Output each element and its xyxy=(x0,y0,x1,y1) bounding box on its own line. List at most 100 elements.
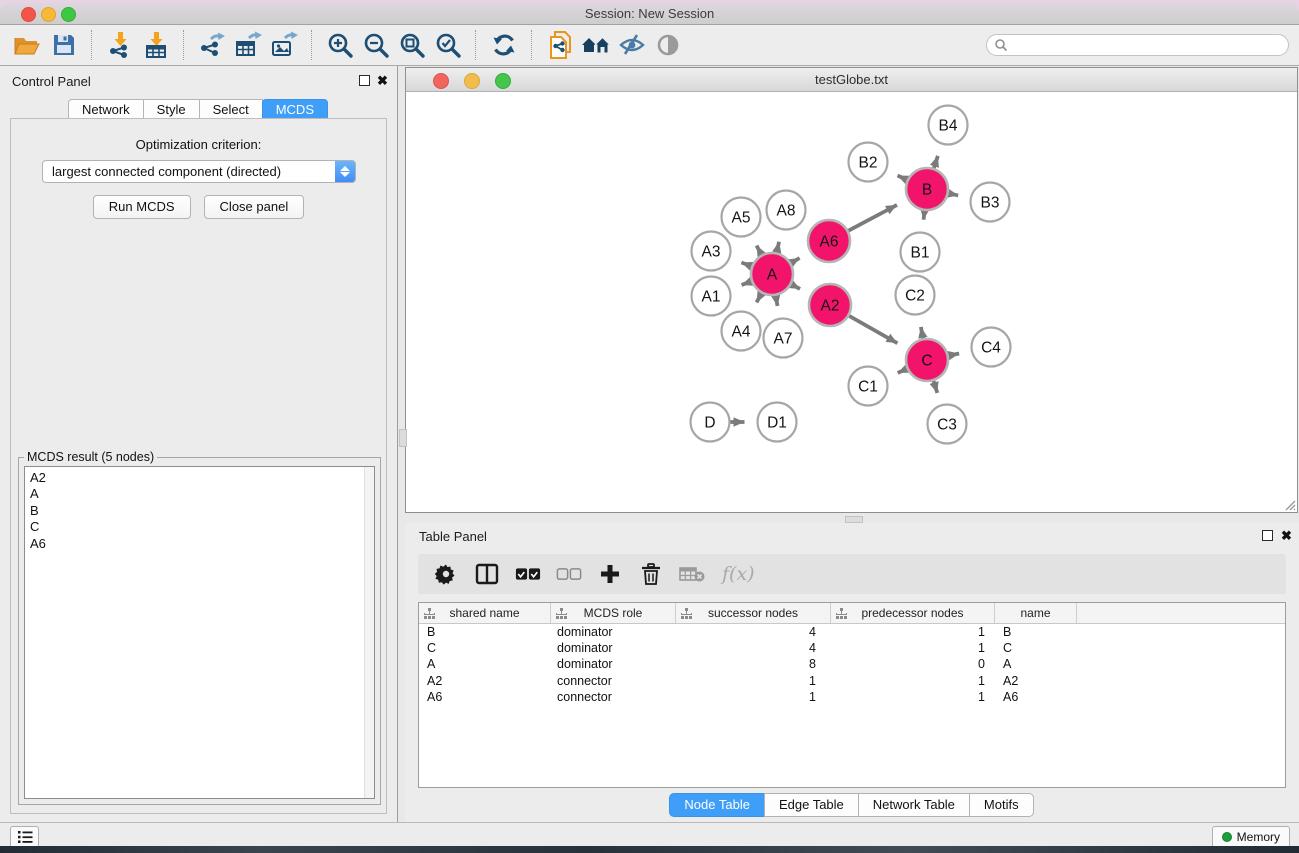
table-cell[interactable]: 4 xyxy=(676,641,831,655)
zoom-in-icon[interactable] xyxy=(322,28,358,62)
zoom-out-icon[interactable] xyxy=(358,28,394,62)
graph-edge[interactable] xyxy=(924,211,925,220)
tab-network-table[interactable]: Network Table xyxy=(858,793,970,817)
table-cell[interactable]: A xyxy=(419,657,551,671)
zoom-fit-icon[interactable] xyxy=(394,28,430,62)
mcds-result-item[interactable]: C xyxy=(25,519,374,535)
add-icon[interactable] xyxy=(597,561,623,587)
column-header-predecessor-nodes[interactable]: predecessor nodes xyxy=(831,603,995,623)
export-image-icon[interactable] xyxy=(266,28,302,62)
table-cell[interactable]: C xyxy=(995,641,1077,655)
column-header-name[interactable]: name xyxy=(995,603,1077,623)
table-row[interactable]: Bdominator41B xyxy=(419,624,1285,640)
graph-edge[interactable] xyxy=(898,176,907,180)
graph-edge[interactable] xyxy=(757,293,762,302)
graph-edge[interactable] xyxy=(791,258,800,263)
save-session-icon[interactable] xyxy=(46,28,82,62)
table-cell[interactable]: 1 xyxy=(676,690,831,704)
birds-eye-icon[interactable] xyxy=(578,28,614,62)
column-header-MCDS-role[interactable]: MCDS role xyxy=(551,603,676,623)
graph-edge[interactable] xyxy=(741,262,751,266)
table-cell[interactable]: 1 xyxy=(831,625,995,639)
vertical-splitter-grip[interactable] xyxy=(399,429,407,447)
table-cell[interactable]: 1 xyxy=(831,641,995,655)
column-header-shared-name[interactable]: shared name xyxy=(419,603,551,623)
gear-icon[interactable] xyxy=(433,561,459,587)
table-row[interactable]: Adominator80A xyxy=(419,656,1285,672)
table-cell[interactable]: C xyxy=(419,641,551,655)
split-column-icon[interactable] xyxy=(474,561,500,587)
graph-edge[interactable] xyxy=(848,205,897,231)
zoom-selected-icon[interactable] xyxy=(430,28,466,62)
open-session-icon[interactable] xyxy=(10,28,46,62)
graph-edge[interactable] xyxy=(934,156,938,168)
hide-panels-icon[interactable] xyxy=(614,28,650,62)
delete-table-icon[interactable] xyxy=(679,561,705,587)
table-cell[interactable]: 1 xyxy=(831,674,995,688)
graph-edge[interactable] xyxy=(934,381,938,393)
table-cell[interactable]: 0 xyxy=(831,657,995,671)
mcds-result-item[interactable]: A6 xyxy=(25,536,374,552)
close-panel-button[interactable]: Close panel xyxy=(204,195,305,219)
table-cell[interactable]: connector xyxy=(551,674,676,688)
graph-edge[interactable] xyxy=(791,284,800,289)
graph-edge[interactable] xyxy=(757,246,762,255)
float-panel-icon[interactable] xyxy=(358,74,371,87)
network-canvas[interactable]: B4B2BB3A8A5A6A3B1AA1C2A2A4A7C4CC1DD1C3 xyxy=(406,91,1297,512)
unchecked-boxes-icon[interactable] xyxy=(556,561,582,587)
graph-edge[interactable] xyxy=(742,281,752,285)
float-table-panel-icon[interactable] xyxy=(1261,529,1274,542)
table-cell[interactable]: dominator xyxy=(551,657,676,671)
export-network-icon[interactable] xyxy=(194,28,230,62)
table-cell[interactable]: A xyxy=(995,657,1077,671)
horizontal-splitter-grip[interactable] xyxy=(845,516,863,523)
function-builder-icon[interactable]: f(x) xyxy=(722,563,755,585)
graph-edge[interactable] xyxy=(777,242,779,253)
network-graph[interactable]: B4B2BB3A8A5A6A3B1AA1C2A2A4A7C4CC1DD1C3 xyxy=(406,91,1297,512)
run-mcds-button[interactable]: Run MCDS xyxy=(93,195,191,219)
table-cell[interactable]: 4 xyxy=(676,625,831,639)
import-network-icon[interactable] xyxy=(102,28,138,62)
memory-button[interactable]: Memory xyxy=(1212,826,1290,846)
mcds-result-item[interactable]: A2 xyxy=(25,467,374,486)
export-table-icon[interactable] xyxy=(230,28,266,62)
table-cell[interactable]: 1 xyxy=(831,690,995,704)
network-snapshot-icon[interactable] xyxy=(542,28,578,62)
table-cell[interactable]: B xyxy=(419,625,551,639)
table-cell[interactable]: B xyxy=(995,625,1077,639)
table-cell[interactable]: A2 xyxy=(995,674,1077,688)
close-table-panel-icon[interactable]: ✖ xyxy=(1280,529,1293,542)
checked-boxes-icon[interactable] xyxy=(515,561,541,587)
resize-grip-icon[interactable] xyxy=(1282,497,1296,511)
column-header-successor-nodes[interactable]: successor nodes xyxy=(676,603,831,623)
table-row[interactable]: A6connector11A6 xyxy=(419,689,1285,705)
graph-edge[interactable] xyxy=(776,296,778,306)
tab-motifs[interactable]: Motifs xyxy=(969,793,1034,817)
network-window-titlebar[interactable]: testGlobe.txt xyxy=(406,68,1297,92)
graph-edge[interactable] xyxy=(898,369,907,373)
table-row[interactable]: A2connector11A2 xyxy=(419,673,1285,689)
table-row[interactable]: Cdominator41C xyxy=(419,640,1285,656)
table-cell[interactable]: A6 xyxy=(419,690,551,704)
search-input[interactable] xyxy=(1012,37,1266,53)
table-cell[interactable]: connector xyxy=(551,690,676,704)
refresh-icon[interactable] xyxy=(486,28,522,62)
close-panel-icon[interactable]: ✖ xyxy=(376,74,389,87)
mcds-result-item[interactable]: B xyxy=(25,503,374,519)
table-cell[interactable]: dominator xyxy=(551,641,676,655)
task-history-button[interactable] xyxy=(10,826,39,846)
mcds-result-list[interactable]: A2ABCA6 xyxy=(24,466,375,799)
mcds-result-item[interactable]: A xyxy=(25,486,374,502)
graph-edge[interactable] xyxy=(921,327,923,338)
tab-edge-table[interactable]: Edge Table xyxy=(764,793,859,817)
trash-icon[interactable] xyxy=(638,561,664,587)
tab-node-table[interactable]: Node Table xyxy=(669,793,765,817)
import-table-icon[interactable] xyxy=(138,28,174,62)
search-field[interactable] xyxy=(986,34,1289,56)
table-cell[interactable]: 8 xyxy=(676,657,831,671)
table-cell[interactable]: dominator xyxy=(551,625,676,639)
scrollbar-track[interactable] xyxy=(364,467,374,798)
graph-edge[interactable] xyxy=(949,193,959,195)
optimization-criterion-select[interactable]: largest connected component (directed) xyxy=(42,160,356,183)
table-cell[interactable]: A2 xyxy=(419,674,551,688)
